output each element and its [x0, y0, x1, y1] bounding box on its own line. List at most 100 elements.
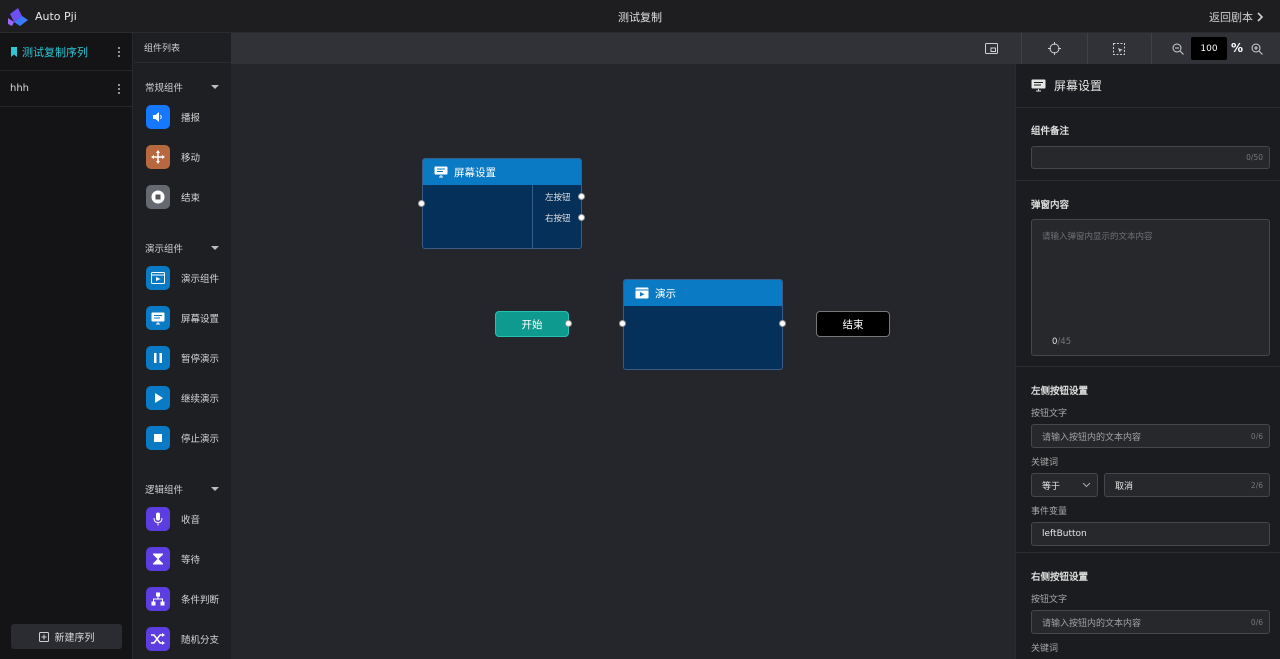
right-button-text-placeholder: 请输入按钮内的文本内容	[1042, 618, 1142, 629]
bookmark-icon	[11, 46, 17, 57]
screen-icon	[434, 166, 448, 178]
locate-center-icon[interactable]	[1037, 33, 1071, 64]
keyword-input[interactable]: 取消 2/6	[1104, 473, 1270, 497]
sequence-item[interactable]: hhh	[0, 71, 132, 107]
group-title-general[interactable]: 常规组件	[134, 77, 231, 97]
popup-textarea[interactable]: 请输入弹窗内显示的文本内容 0/45	[1031, 219, 1270, 356]
output-port[interactable]	[565, 320, 572, 327]
node-title: 演示	[655, 287, 676, 300]
zoom-input[interactable]: 100	[1191, 37, 1227, 60]
add-square-icon	[38, 631, 49, 642]
node-header: 屏幕设置	[423, 159, 581, 185]
component-item-stop-demo[interactable]: 停止演示	[134, 418, 231, 458]
play-icon	[146, 386, 170, 410]
popup-placeholder: 请输入弹窗内显示的文本内容	[1042, 232, 1153, 242]
component-label: 屏幕设置	[181, 314, 220, 325]
popup-counter: 0/45	[1042, 337, 1071, 347]
caret-down-icon	[211, 487, 219, 491]
toolbar-divider	[1087, 33, 1088, 64]
note-label: 组件备注	[1031, 126, 1070, 137]
back-to-script-link[interactable]: 返回剧本	[1209, 9, 1264, 25]
shuffle-icon	[146, 627, 170, 651]
select-area-icon[interactable]	[1102, 33, 1136, 64]
component-item-demo[interactable]: 演示组件	[134, 258, 231, 298]
properties-panel: 屏幕设置 组件备注 0/50 弹窗内容 请输入弹窗内显示的文本内容 0/45 左…	[1015, 64, 1280, 659]
chevron-right-icon	[1257, 12, 1264, 22]
keyword-row: 等于 取消 2/6	[1031, 473, 1270, 497]
component-item-resume-demo[interactable]: 继续演示	[134, 378, 231, 418]
demo-node[interactable]: 演示	[623, 279, 783, 370]
new-sequence-button[interactable]: 新建序列	[11, 624, 122, 649]
group-title-label: 常规组件	[145, 83, 184, 94]
canvas-toolbar: 100 %	[231, 33, 1280, 64]
move-icon	[146, 145, 170, 169]
input-port[interactable]	[418, 200, 425, 207]
component-label: 暂停演示	[181, 354, 220, 365]
branch-icon	[146, 587, 170, 611]
component-label: 停止演示	[181, 434, 220, 445]
zoom-out-icon[interactable]	[1161, 33, 1195, 64]
caret-down-icon	[211, 85, 219, 89]
zoom-in-icon[interactable]	[1240, 33, 1274, 64]
component-label: 移动	[181, 153, 201, 164]
more-options-icon[interactable]	[114, 83, 124, 94]
note-input[interactable]: 0/50	[1031, 146, 1270, 169]
output-port-right-button[interactable]	[578, 214, 585, 221]
group-title-logic[interactable]: 逻辑组件	[134, 479, 231, 499]
component-label: 等待	[181, 555, 201, 566]
right-button-text-input[interactable]: 请输入按钮内的文本内容 0/6	[1031, 610, 1270, 634]
new-sequence-label: 新建序列	[54, 633, 95, 644]
top-bar: Auto Pji 测试复制 返回剧本	[0, 0, 1280, 33]
start-node[interactable]: 开始	[495, 311, 569, 337]
group-title-demo[interactable]: 演示组件	[134, 238, 231, 258]
component-item-wait[interactable]: 等待	[134, 539, 231, 579]
component-panel: 组件列表 常规组件 播报 移动 结束 演示组件 演示组件 屏幕设置 暂停演示 继…	[134, 33, 231, 659]
keyword-operator-select[interactable]: 等于	[1031, 473, 1098, 497]
keyword-label: 关键词	[1031, 644, 1059, 654]
component-label: 演示组件	[181, 274, 220, 285]
component-item-listen[interactable]: 收音	[134, 499, 231, 539]
component-item-broadcast[interactable]: 播报	[134, 97, 231, 137]
screen-settings-node[interactable]: 屏幕设置 左按钮 右按钮	[422, 158, 582, 249]
component-label: 继续演示	[181, 394, 220, 405]
component-label: 结束	[181, 193, 201, 204]
keyword-value: 取消	[1115, 481, 1134, 492]
popup-max: /45	[1057, 337, 1072, 347]
component-item-condition[interactable]: 条件判断	[134, 579, 231, 619]
component-item-move[interactable]: 移动	[134, 137, 231, 177]
event-variable-label: 事件变量	[1031, 507, 1068, 517]
event-variable-input[interactable]: leftButton	[1031, 522, 1270, 546]
toolbar-divider	[1021, 33, 1022, 64]
pause-icon	[146, 346, 170, 370]
group-title-label: 逻辑组件	[145, 485, 184, 496]
component-label: 播报	[181, 113, 201, 124]
button-text-label: 按钮文字	[1031, 409, 1068, 419]
page-title: 测试复制	[618, 11, 662, 24]
left-button-text-input[interactable]: 请输入按钮内的文本内容 0/6	[1031, 424, 1270, 448]
component-label: 条件判断	[181, 595, 220, 606]
output-port[interactable]	[779, 320, 786, 327]
popup-section: 弹窗内容 请输入弹窗内显示的文本内容 0/45	[1016, 181, 1280, 367]
back-label: 返回剧本	[1209, 11, 1253, 24]
minimap-icon[interactable]	[974, 33, 1008, 64]
component-item-random-branch[interactable]: 随机分支	[134, 619, 231, 659]
keyword-counter: 2/6	[1250, 480, 1263, 490]
chevron-down-icon	[1082, 482, 1091, 488]
toolbar-divider	[1151, 33, 1152, 64]
right-button-output-label: 右按钮	[545, 214, 571, 224]
properties-title: 屏幕设置	[1054, 79, 1103, 93]
sequence-title-text: 测试复制序列	[22, 45, 88, 59]
right-button-section: 右侧按钮设置 按钮文字 请输入按钮内的文本内容 0/6 关键词	[1016, 553, 1280, 659]
end-node[interactable]: 结束	[816, 311, 890, 337]
sequence-panel: 测试复制序列 hhh 新建序列	[0, 33, 133, 659]
speaker-icon	[146, 105, 170, 129]
sequence-title[interactable]: 测试复制序列	[10, 44, 88, 60]
component-item-screen-settings[interactable]: 屏幕设置	[134, 298, 231, 338]
component-item-end[interactable]: 结束	[134, 177, 231, 217]
component-item-pause-demo[interactable]: 暂停演示	[134, 338, 231, 378]
properties-header: 屏幕设置	[1016, 64, 1280, 108]
input-port[interactable]	[619, 320, 626, 327]
component-label: 收音	[181, 515, 201, 526]
output-port-left-button[interactable]	[578, 193, 585, 200]
more-options-icon[interactable]	[114, 46, 124, 57]
